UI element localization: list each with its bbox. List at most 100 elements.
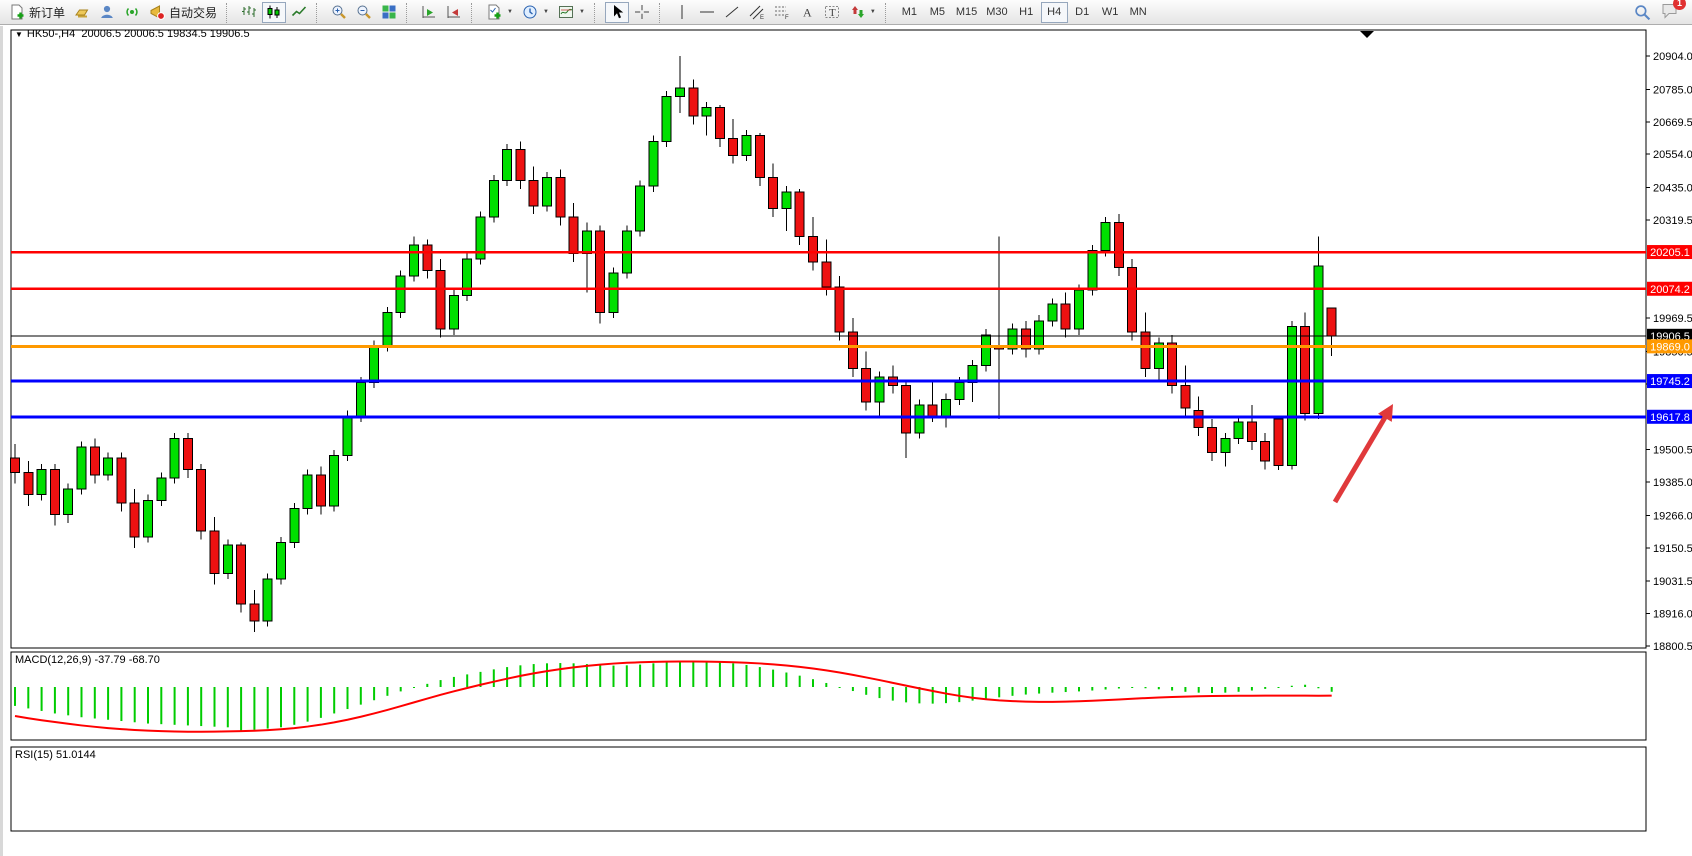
macd-histogram-bar [945, 687, 947, 703]
tf-d1[interactable]: D1 [1069, 2, 1096, 23]
price-axis[interactable]: 20904.020785.020669.520554.020435.020319… [1646, 51, 1692, 653]
auto-scroll-button[interactable] [417, 2, 441, 23]
text-tool[interactable]: A [795, 2, 819, 23]
trendline-icon [724, 4, 740, 20]
chart-shift-button[interactable] [442, 2, 466, 23]
zoom-out-button[interactable] [352, 2, 376, 23]
bull-candle-body [290, 509, 299, 543]
bear-candle-body [250, 604, 259, 621]
tile-windows-icon [381, 4, 397, 20]
periods-button[interactable]: ▼ [518, 2, 553, 23]
indicators-button[interactable]: ▼ [482, 2, 517, 23]
tf-m15[interactable]: M15 [952, 2, 981, 23]
candle [795, 189, 804, 245]
bull-candle-body [223, 545, 232, 573]
text-label-tool[interactable]: T [820, 2, 844, 23]
macd-histogram-bar [1304, 685, 1306, 687]
bear-candle-body [197, 469, 206, 531]
bear-candle-body [809, 237, 818, 262]
toolbar-separator [406, 3, 413, 23]
macd-panel[interactable] [11, 652, 1646, 740]
tf-w1[interactable]: W1 [1097, 2, 1124, 23]
tf-mn[interactable]: MN [1125, 2, 1152, 23]
candlestick-button[interactable] [262, 2, 286, 23]
candle [1128, 259, 1137, 340]
bull-candle-body [1088, 251, 1097, 290]
candle [144, 495, 153, 543]
crosshair-icon [634, 4, 650, 20]
main-chart-panel[interactable] [11, 30, 1646, 648]
macd-histogram-bar [1264, 687, 1266, 689]
bear-candle-body [529, 181, 538, 206]
vertical-line-tool[interactable] [670, 2, 694, 23]
chart-canvas[interactable]: 20904.020785.020669.520554.020435.020319… [3, 26, 1692, 856]
macd-histogram-bar [440, 680, 442, 687]
horizontal-line-tool[interactable] [695, 2, 719, 23]
price-tick-label: 20435.0 [1653, 183, 1692, 195]
bull-candle-body [649, 141, 658, 186]
price-badge-label: 20205.1 [1650, 247, 1690, 259]
trendline-tool[interactable] [720, 2, 744, 23]
macd-histogram-bar [67, 687, 69, 715]
templates-button[interactable]: ▼ [554, 2, 589, 23]
macd-histogram-bar [1278, 687, 1280, 688]
bear-candle-body [689, 88, 698, 116]
chart-shift-icon [446, 4, 462, 20]
equidistant-channel-tool[interactable]: E [745, 2, 769, 23]
signals-icon [124, 4, 140, 20]
bull-candle-body [1221, 439, 1230, 453]
tf-m30[interactable]: M30 [982, 2, 1011, 23]
candle [1287, 321, 1296, 470]
macd-histogram-bar [1291, 686, 1293, 687]
macd-histogram-bar [1065, 687, 1067, 692]
styler-button[interactable] [70, 2, 94, 23]
bull-candle-body [582, 231, 591, 253]
tf-m1[interactable]: M1 [896, 2, 923, 23]
line-chart-button[interactable] [287, 2, 311, 23]
bar-chart-button[interactable] [237, 2, 261, 23]
macd-histogram-bar [1118, 687, 1120, 689]
bear-candle-body [1128, 268, 1137, 333]
community-button[interactable] [95, 2, 119, 23]
macd-histogram-bar [320, 687, 322, 718]
zoom-in-button[interactable] [327, 2, 351, 23]
new-order-button[interactable]: 新订单 [5, 2, 69, 23]
bear-candle-body [848, 332, 857, 368]
macd-histogram-bar [865, 687, 867, 695]
tf-h4[interactable]: H4 [1041, 2, 1068, 23]
bear-candle-body [210, 531, 219, 573]
macd-histogram-bar [839, 687, 841, 688]
cursor-tool-button[interactable] [605, 2, 629, 23]
rsi-panel[interactable] [11, 747, 1646, 831]
macd-histogram-bar [759, 667, 761, 687]
bear-candle-body [1261, 441, 1270, 461]
arrows-tool[interactable]: ▼ [845, 2, 880, 23]
new-order-icon [9, 4, 25, 20]
macd-histogram-bar [1198, 687, 1200, 693]
bull-candle-body [370, 346, 379, 382]
tf-h1[interactable]: H1 [1013, 2, 1040, 23]
fibonacci-tool[interactable]: F [770, 2, 794, 23]
tf-m5[interactable]: M5 [924, 2, 951, 23]
bear-candle-body [50, 469, 59, 514]
macd-histogram-bar [1145, 687, 1147, 688]
candle [77, 441, 86, 494]
macd-histogram-bar [719, 662, 721, 687]
crosshair-tool-button[interactable] [630, 2, 654, 23]
search-icon[interactable] [1634, 4, 1651, 21]
signals-button[interactable] [120, 2, 144, 23]
tile-windows-button[interactable] [377, 2, 401, 23]
bar-chart-icon [241, 4, 257, 20]
price-tick-label: 19969.5 [1653, 313, 1692, 325]
price-tick-label: 20904.0 [1653, 51, 1692, 63]
chat-button[interactable]: 1 [1661, 2, 1679, 22]
macd-histogram-bar [626, 665, 628, 687]
macd-histogram-bar [373, 687, 375, 700]
candle [1101, 217, 1110, 256]
macd-histogram-bar [426, 684, 428, 687]
bull-candle-body [77, 447, 86, 489]
bull-candle-body [1234, 422, 1243, 439]
auto-trading-button[interactable]: 自动交易 [145, 2, 221, 23]
macd-histogram-bar [120, 687, 122, 721]
macd-histogram-bar [785, 673, 787, 687]
